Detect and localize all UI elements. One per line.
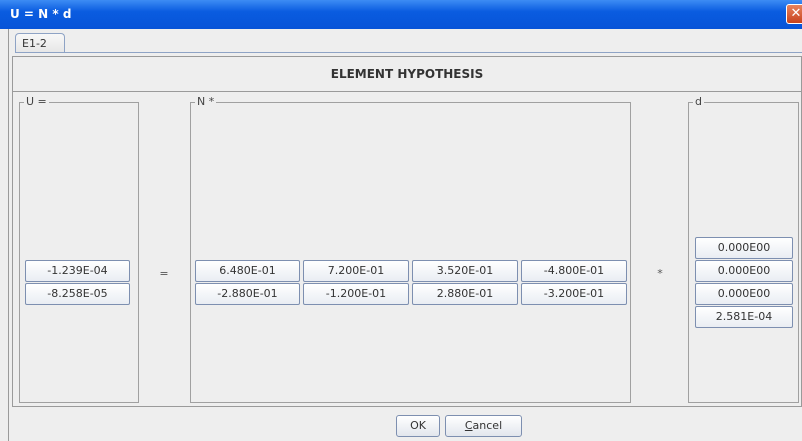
window-titlebar: U = N * d ✕: [0, 0, 802, 29]
tab-panel: ELEMENT HYPOTHESIS U = -1.239E-04 -8.258…: [12, 56, 802, 407]
tab-e1-2[interactable]: E1-2: [15, 33, 65, 53]
d-value-cell[interactable]: 0.000E00: [695, 260, 793, 282]
equals-operator: =: [159, 267, 169, 280]
n-matrix-cell[interactable]: 2.880E-01: [412, 283, 518, 305]
u-group-title: U =: [24, 95, 49, 109]
panel-title: ELEMENT HYPOTHESIS: [13, 57, 801, 92]
n-matrix-cell[interactable]: -3.200E-01: [521, 283, 627, 305]
n-matrix-cell[interactable]: 7.200E-01: [303, 260, 409, 282]
d-group: d 0.000E00 0.000E00 0.000E00 2.581E-04: [688, 95, 799, 403]
cancel-button[interactable]: Cancel: [445, 415, 522, 437]
u-value-cell[interactable]: -1.239E-04: [25, 260, 130, 282]
d-value-cell[interactable]: 0.000E00: [695, 283, 793, 305]
n-group: N * 6.480E-01 7.200E-01 3.520E-01 -4.800…: [190, 95, 631, 403]
tab-underline: [15, 52, 802, 53]
close-button[interactable]: ✕: [786, 4, 802, 24]
n-matrix-cell[interactable]: 3.520E-01: [412, 260, 518, 282]
d-value-cell[interactable]: 2.581E-04: [695, 306, 793, 328]
d-group-title: d: [693, 95, 704, 109]
left-edge-strip: [0, 29, 9, 441]
n-matrix-cell[interactable]: -4.800E-01: [521, 260, 627, 282]
n-matrix-cell[interactable]: 6.480E-01: [195, 260, 300, 282]
n-matrix-cell[interactable]: -1.200E-01: [303, 283, 409, 305]
u-value-cell[interactable]: -8.258E-05: [25, 283, 130, 305]
close-icon: ✕: [790, 6, 802, 21]
times-operator: *: [657, 267, 663, 280]
window-title: U = N * d: [10, 7, 72, 21]
ok-button[interactable]: OK: [396, 415, 440, 437]
u-group: U = -1.239E-04 -8.258E-05: [19, 95, 139, 403]
dialog-content: E1-2 ELEMENT HYPOTHESIS U = -1.239E-04 -…: [9, 29, 802, 441]
d-value-cell[interactable]: 0.000E00: [695, 237, 793, 259]
n-matrix-cell[interactable]: -2.880E-01: [195, 283, 300, 305]
n-group-title: N *: [195, 95, 217, 109]
